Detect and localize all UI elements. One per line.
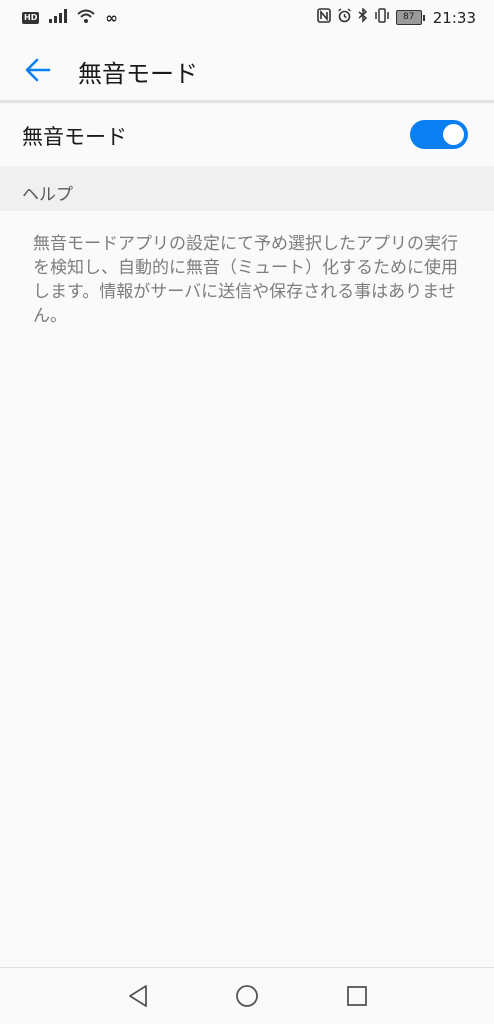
nav-home-button[interactable]	[233, 982, 261, 1010]
navigation-bar	[0, 968, 494, 1024]
signal-icon	[49, 9, 68, 27]
toggle-knob	[443, 124, 464, 145]
circle-home-icon	[236, 985, 258, 1007]
silent-mode-label: 無音モード	[22, 125, 127, 149]
alarm-icon	[337, 8, 352, 27]
status-bar-right: 87 21:33	[316, 7, 476, 27]
page-title: 無音モード	[78, 60, 198, 88]
arrow-back-icon	[25, 58, 51, 82]
bluetooth-icon	[358, 7, 368, 27]
nfc-icon	[316, 8, 331, 27]
vibrate-icon	[374, 8, 390, 27]
help-section-title: ヘルプ	[22, 185, 73, 205]
status-bar: HD ∞ 87 21:33	[0, 0, 494, 36]
back-button[interactable]	[18, 50, 58, 90]
silent-mode-toggle[interactable]	[410, 120, 468, 149]
battery-level: 87	[395, 10, 422, 25]
help-description: 無音モードアプリの設定にて予め選択したアプリの実行を検知し、自動的に無音（ミュー…	[33, 234, 458, 326]
battery-icon: 87	[395, 10, 425, 25]
app-bar: 無音モード	[0, 36, 494, 100]
help-section-header: ヘルプ	[0, 166, 494, 211]
status-bar-left: HD ∞	[22, 9, 118, 27]
nav-recents-button[interactable]	[343, 982, 371, 1010]
nav-back-button[interactable]	[124, 982, 152, 1010]
hd-voice-icon: HD	[22, 12, 40, 24]
square-recents-icon	[347, 986, 367, 1006]
triangle-back-icon	[129, 985, 147, 1007]
wifi-icon	[77, 9, 96, 27]
data-saver-icon: ∞	[105, 9, 118, 27]
silent-mode-setting-row[interactable]: 無音モード	[0, 103, 494, 166]
clock: 21:33	[432, 8, 476, 27]
